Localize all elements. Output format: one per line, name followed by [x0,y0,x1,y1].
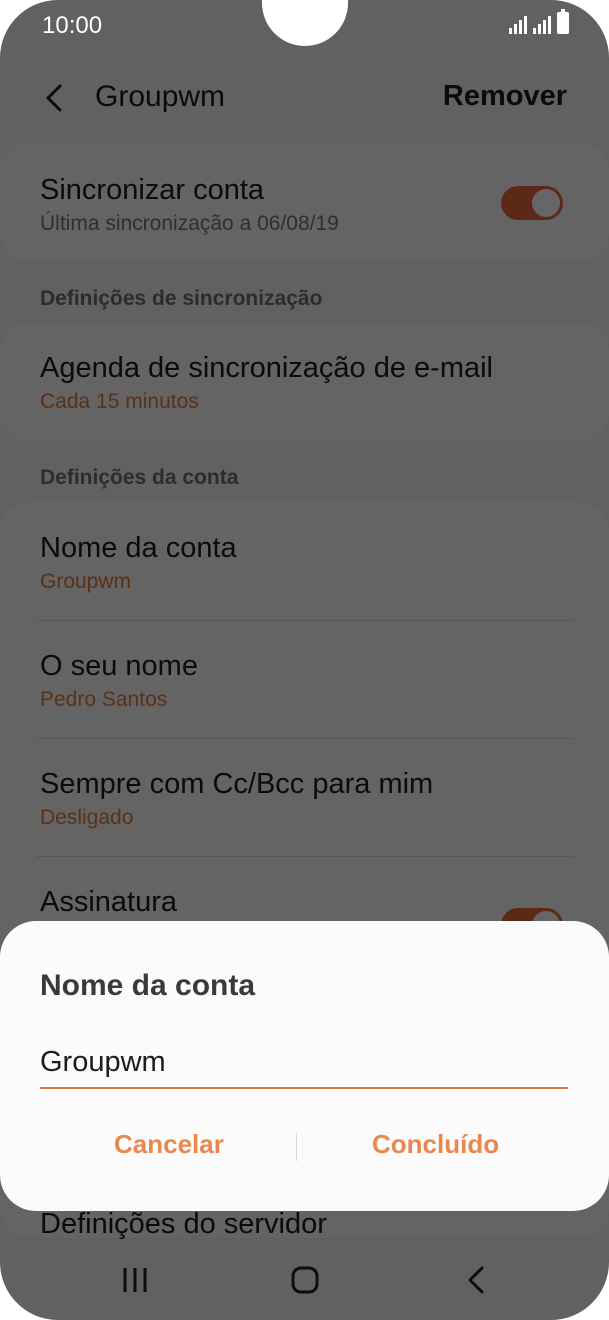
account-name-dialog: Nome da conta Cancelar Concluído [0,921,609,1211]
server-settings-title: Definições do servidor [40,1208,327,1240]
sync-account-card[interactable]: Sincronizar conta Última sincronização a… [0,144,609,262]
email-schedule-value: Cada 15 minutos [40,390,199,413]
section-header-account-settings: Definições da conta [40,466,239,489]
app-header: Groupwm Remover [0,70,609,130]
signature-row[interactable]: Assinatura [40,884,569,920]
your-name-title: O seu nome [40,650,198,682]
account-name-row[interactable]: Nome da conta Groupwm [40,530,569,596]
status-time: 10:00 [42,12,103,39]
sync-account-subtitle: Última sincronização a 06/08/19 [40,212,339,235]
done-button[interactable]: Concluído [372,1129,499,1160]
input-underline [40,1087,568,1089]
signal-icon [533,14,551,34]
back-icon [468,1266,484,1294]
system-back-button[interactable] [456,1260,496,1300]
your-name-row[interactable]: O seu nome Pedro Santos [40,648,569,714]
remove-button[interactable]: Remover [443,80,567,113]
signal-icon [509,14,527,34]
cc-bcc-value: Desligado [40,806,134,829]
your-name-value: Pedro Santos [40,688,168,711]
divider [36,738,573,739]
recent-apps-icon [123,1268,147,1292]
account-name-title: Nome da conta [40,532,237,564]
server-settings-row[interactable]: Definições do servidor [40,1206,569,1242]
section-header-sync-settings: Definições de sincronização [40,287,323,310]
email-schedule-title: Agenda de sincronização de e-mail [40,352,493,384]
cc-bcc-title: Sempre com Cc/Bcc para mim [40,768,434,800]
home-button[interactable] [285,1260,325,1300]
recent-apps-button[interactable] [115,1260,155,1300]
email-schedule-row[interactable]: Agenda de sincronização de e-mail Cada 1… [40,350,569,416]
divider [36,620,573,621]
phone-screen: Groupwm Remover Sincronizar conta Última… [0,0,609,1320]
signature-title: Assinatura [40,886,178,918]
account-name-value: Groupwm [40,570,132,593]
divider [36,856,573,857]
sync-account-row[interactable]: Sincronizar conta Última sincronização a… [40,172,569,238]
cc-bcc-row[interactable]: Sempre com Cc/Bcc para mim Desligado [40,766,569,832]
sync-account-title: Sincronizar conta [40,174,265,206]
cancel-button[interactable]: Cancelar [114,1129,224,1160]
button-separator [296,1133,297,1161]
page-title: Groupwm [95,80,226,113]
account-name-input[interactable] [40,1035,568,1089]
battery-icon [557,9,569,34]
navigation-bar [0,1238,609,1320]
home-icon [291,1266,319,1294]
email-schedule-card[interactable]: Agenda de sincronização de e-mail Cada 1… [0,322,609,440]
sync-account-toggle[interactable] [501,186,563,220]
status-icons [509,9,569,34]
dialog-title: Nome da conta [40,969,256,1002]
back-button[interactable] [36,78,76,118]
chevron-left-icon [46,84,62,112]
